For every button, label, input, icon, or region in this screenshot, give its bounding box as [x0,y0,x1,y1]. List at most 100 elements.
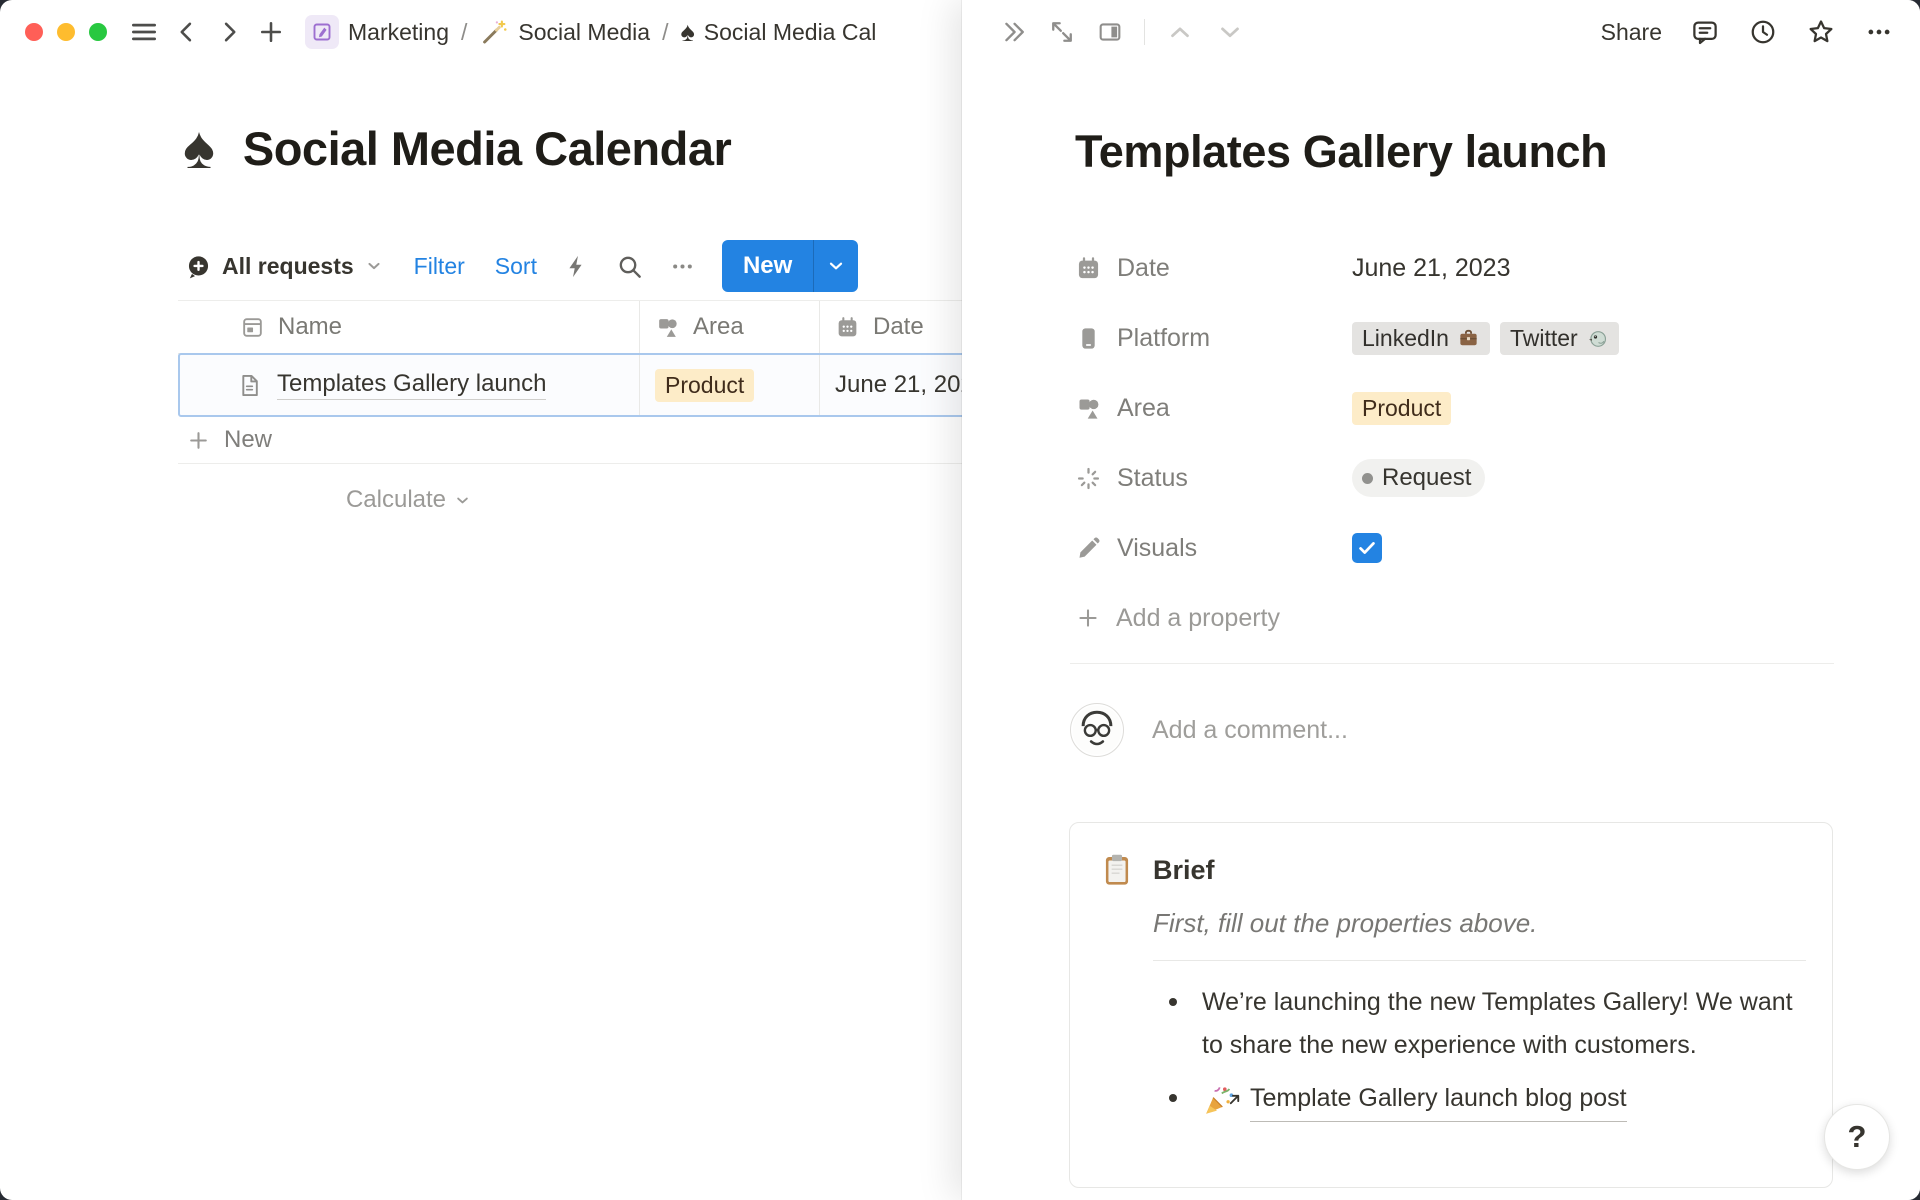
window-topbar: Marketing / Social Media / ♠ Social Medi… [25,0,876,64]
calendar-icon [1075,255,1102,282]
magic-wand-icon [479,17,509,47]
brief-header: Brief [1098,851,1802,889]
forward-icon[interactable] [215,18,243,46]
column-label: Date [873,313,924,341]
open-full-page-icon[interactable] [1048,18,1076,46]
clipboard-icon [1098,851,1136,889]
property-label-status[interactable]: Status [1075,464,1352,493]
breadcrumb-separator: / [660,19,670,46]
column-label: Name [278,313,342,341]
new-button-group: New [722,240,858,292]
breadcrumb-item-social-media-calendar[interactable]: ♠ Social Media Cal [680,19,876,46]
party-popper-icon [1202,1082,1238,1118]
column-label: Area [693,313,744,341]
platform-tag-twitter: Twitter [1500,322,1619,355]
minimize-window-button[interactable] [57,23,75,41]
page-spade-icon[interactable]: ♠ [183,118,215,178]
property-label-date[interactable]: Date [1075,254,1352,283]
back-icon[interactable] [173,18,201,46]
zoom-window-button[interactable] [89,23,107,41]
bird-icon [1586,327,1609,350]
platform-tag-linkedin: LinkedIn [1352,322,1490,355]
column-header-area[interactable]: Area [640,301,820,353]
row-title-link[interactable]: Templates Gallery launch [277,370,546,400]
page-title[interactable]: Social Media Calendar [243,121,731,176]
more-options-icon[interactable] [669,253,696,280]
comment-input[interactable]: Add a comment... [1152,716,1348,745]
property-name: Area [1117,394,1170,423]
breadcrumb-item-marketing[interactable]: Marketing [305,15,449,49]
phone-icon [1075,325,1102,352]
previous-record-icon[interactable] [1165,17,1195,47]
calculate-control[interactable]: Calculate [178,480,640,520]
brief-template-block: Brief First, fill out the properties abo… [1069,822,1833,1188]
breadcrumb-separator: / [459,19,469,46]
close-window-button[interactable] [25,23,43,41]
property-row-visuals: Visuals [1075,520,1875,576]
search-icon[interactable] [616,253,643,280]
brief-heading[interactable]: Brief [1153,855,1215,886]
help-button[interactable]: ? [1824,1104,1890,1170]
tag-label: Twitter [1510,325,1578,352]
new-button[interactable]: New [722,240,813,292]
more-actions-icon[interactable] [1864,17,1894,47]
property-label-platform[interactable]: Platform [1075,324,1352,353]
breadcrumb-label: Marketing [348,19,449,46]
area-tag: Product [655,369,754,402]
peek-page-title[interactable]: Templates Gallery launch [1075,126,1607,178]
sidebar-menu-icon[interactable] [129,17,159,47]
property-value-area[interactable]: Product [1352,392,1451,425]
property-label-visuals[interactable]: Visuals [1075,534,1352,563]
property-value-platform[interactable]: LinkedIn Twitter [1352,322,1619,355]
property-value-date[interactable]: June 21, 2023 [1352,254,1510,283]
visuals-checkbox[interactable] [1352,533,1382,563]
close-peek-icon[interactable] [1000,18,1028,46]
spade-icon: ♠ [680,19,694,46]
view-selector[interactable]: All requests [185,253,384,280]
share-button[interactable]: Share [1601,19,1662,46]
new-page-icon[interactable] [257,18,285,46]
bullet-item[interactable]: We’re launching the new Templates Galler… [1166,981,1806,1067]
view-name: All requests [222,253,354,280]
requests-view-icon [185,253,212,280]
add-property-label: Add a property [1116,604,1280,633]
bullet-item[interactable]: Template Gallery launch blog post [1166,1077,1806,1122]
chevron-down-icon [364,256,384,276]
area-tag: Product [1352,392,1451,425]
history-clock-icon[interactable] [1748,17,1778,47]
add-property-button[interactable]: Add a property [1075,590,1875,646]
column-header-name[interactable]: Name [178,301,640,353]
lightning-icon[interactable] [563,253,590,280]
status-label: Request [1382,464,1471,492]
comment-composer[interactable]: Add a comment... [1070,703,1348,757]
property-row-date: Date June 21, 2023 [1075,240,1875,296]
page-mention-link[interactable]: Template Gallery launch blog post [1250,1077,1627,1122]
burst-icon [1075,465,1102,492]
new-button-dropdown[interactable] [814,240,858,292]
user-avatar [1070,703,1124,757]
tag-label: LinkedIn [1362,325,1449,352]
breadcrumb-label: Social Media Cal [704,19,877,46]
property-label-area[interactable]: Area [1075,394,1352,423]
filter-button[interactable]: Filter [414,253,465,280]
sort-button[interactable]: Sort [495,253,537,280]
comments-icon[interactable] [1690,17,1720,47]
breadcrumb-label: Social Media [518,19,650,46]
breadcrumb-item-social-media[interactable]: Social Media [479,17,650,47]
property-name: Status [1117,464,1188,493]
property-value-status[interactable]: Request [1352,459,1485,497]
page-header: ♠ Social Media Calendar [183,118,731,178]
plus-icon [186,428,211,453]
peek-topbar: Share [962,0,1920,64]
status-pill: Request [1352,459,1485,497]
row-name-cell[interactable]: Templates Gallery launch [180,355,640,415]
row-area-cell[interactable]: Product [640,355,820,415]
property-list: Date June 21, 2023 Platform LinkedIn [1075,240,1875,646]
shapes-icon [655,315,680,340]
favorite-star-icon[interactable] [1806,17,1836,47]
property-name: Date [1117,254,1170,283]
brief-note[interactable]: First, fill out the properties above. [1153,908,1802,939]
next-record-icon[interactable] [1215,17,1245,47]
shapes-icon [1075,395,1102,422]
side-peek-icon[interactable] [1096,18,1124,46]
